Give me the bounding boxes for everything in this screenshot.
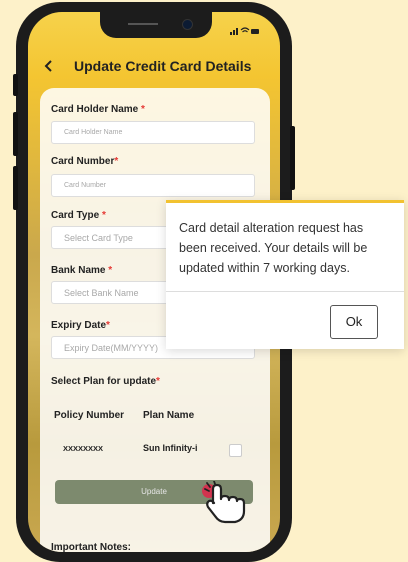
status-icons: [230, 27, 260, 37]
page-title: Update Credit Card Details: [74, 58, 252, 74]
plan-name-header: Plan Name: [143, 410, 195, 421]
select-plan-label: Select Plan for update*: [51, 376, 160, 387]
phone-mute-switch: [13, 74, 18, 96]
plan-name-cell: Sun Infinity-i: [143, 443, 198, 453]
confirmation-dialog: Card detail alteration request has been …: [166, 200, 404, 349]
card-holder-label: Card Holder Name *: [51, 104, 145, 115]
battery-icon: [251, 29, 259, 34]
card-number-label: Card Number*: [51, 156, 119, 167]
expiry-date-label: Expiry Date*: [51, 320, 110, 331]
phone-volume-down: [13, 166, 18, 210]
dialog-divider: [166, 291, 404, 292]
important-notes-heading: Important Notes:: [51, 542, 131, 552]
pointer-hand-icon: [204, 481, 246, 524]
phone-volume-up: [13, 112, 18, 156]
wifi-icon: [240, 27, 250, 33]
card-number-input[interactable]: Card Number: [51, 174, 255, 197]
card-type-label: Card Type *: [51, 210, 106, 221]
phone-power-button: [290, 126, 295, 190]
app-header: Update Credit Card Details: [28, 56, 280, 80]
policy-number-header: Policy Number: [54, 410, 125, 421]
phone-notch: [100, 12, 212, 38]
chevron-left-icon: [44, 60, 52, 72]
plan-checkbox[interactable]: [229, 444, 242, 457]
speaker-grille: [128, 23, 158, 25]
ok-button[interactable]: Ok: [330, 305, 378, 339]
back-button[interactable]: [44, 56, 54, 78]
policy-number-cell: XXXXXXXX: [63, 444, 104, 453]
bank-name-label: Bank Name *: [51, 265, 113, 276]
dialog-message: Card detail alteration request has been …: [179, 221, 368, 275]
camera-icon: [182, 19, 193, 30]
signal-icon: [230, 28, 238, 35]
card-holder-input[interactable]: Card Holder Name: [51, 121, 255, 144]
